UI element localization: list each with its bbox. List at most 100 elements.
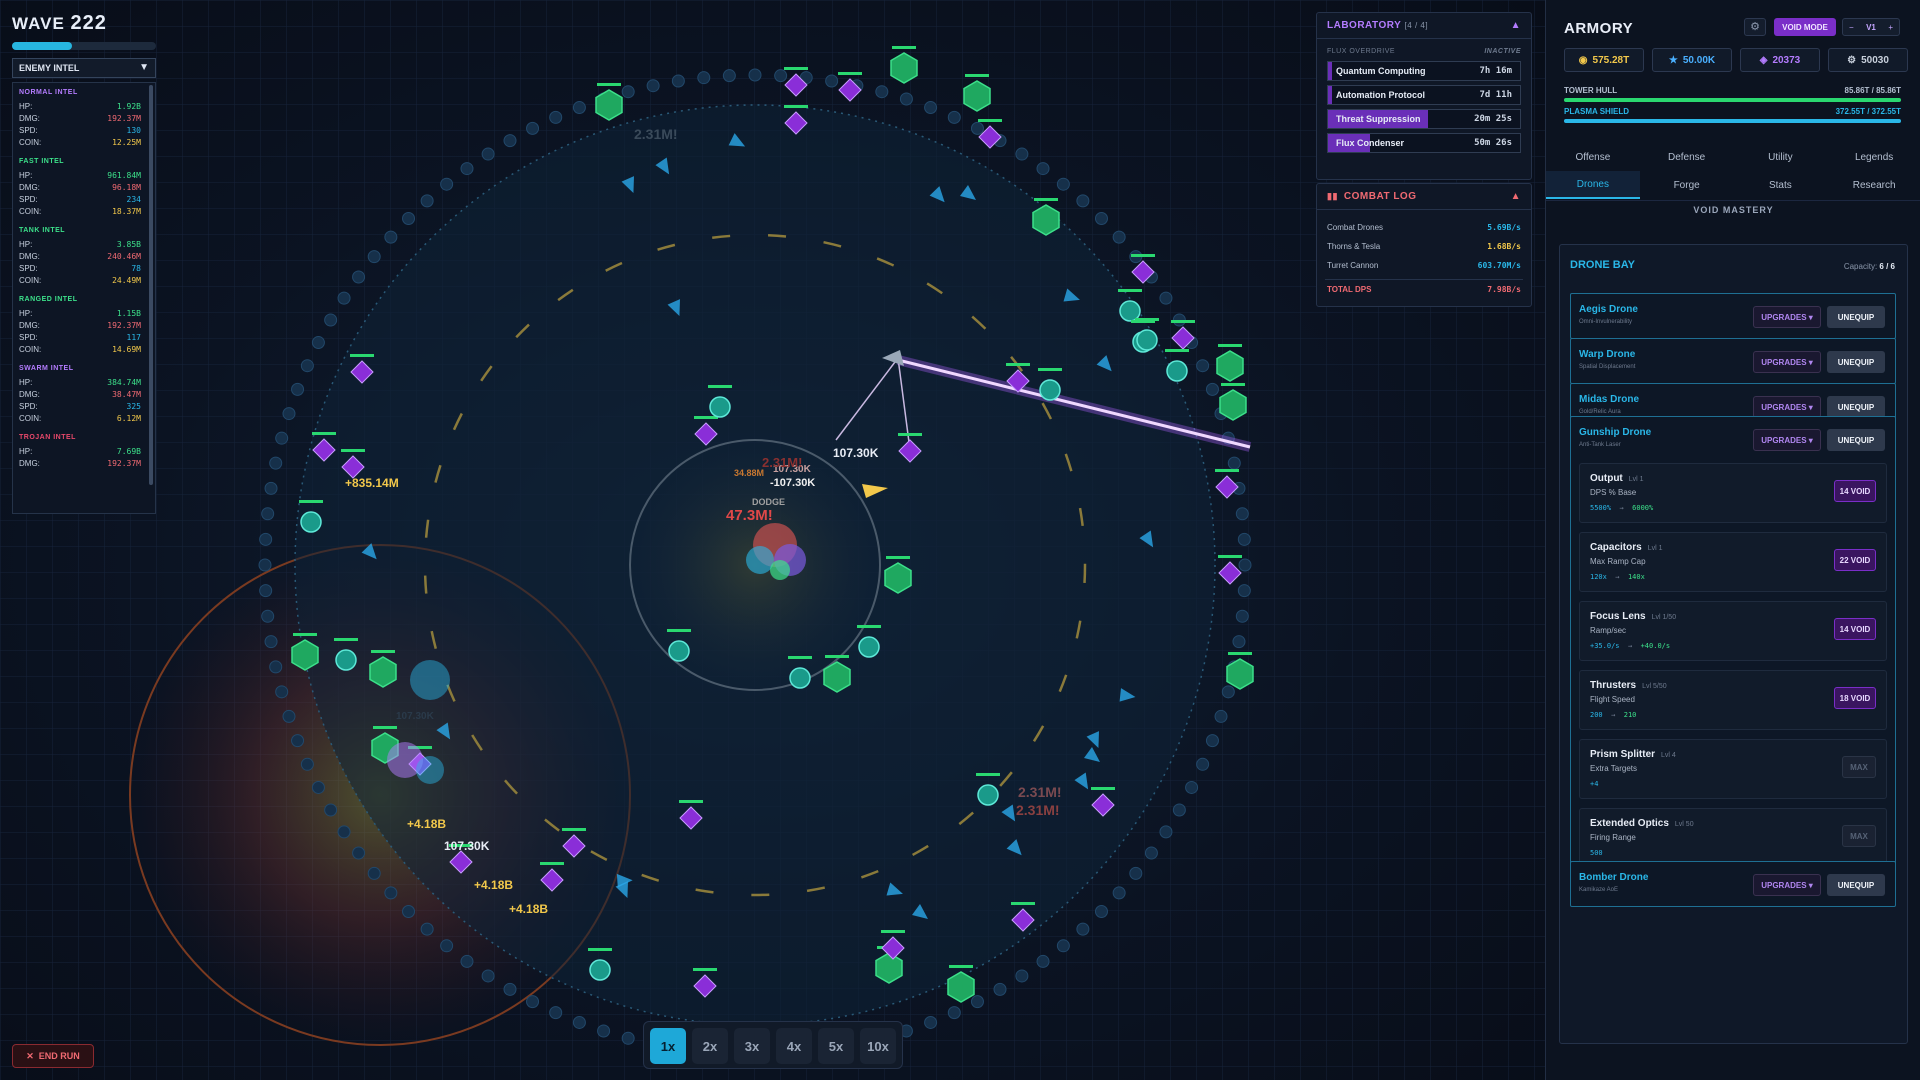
stat-value: 3.85B [116,240,141,249]
speed-3x-button[interactable]: 3x [734,1028,770,1064]
settings-gear-icon[interactable]: ⚙ [1744,18,1766,36]
perimeter-dot [1214,709,1228,723]
skill-upgrade-button[interactable]: 14 VOID [1834,480,1876,502]
enemy-health-bar [312,432,336,435]
enemy-health-bar [588,948,612,951]
upgrades-button[interactable]: UPGRADES ▾ [1753,874,1821,896]
skill-desc: Firing Range [1590,833,1636,842]
enemy-health-bar [562,828,586,831]
stat-value: 24.49M [112,276,141,285]
upgrades-button[interactable]: UPGRADES ▾ [1753,351,1821,373]
stat-value: 96.18M [112,183,141,192]
intel-stat-hp: HP: 3.85B [19,240,149,252]
enemy-intel-toggle[interactable]: ENEMY INTEL ▼ [12,58,156,78]
enemy-health-bar [693,968,717,971]
tank-enemy [823,661,851,693]
float-text: +4.18B [474,878,514,892]
skill-upgrade-button[interactable]: 18 VOID [1834,687,1876,709]
collapse-arrow-icon[interactable]: ▲ [1511,191,1521,202]
unequip-button[interactable]: UNEQUIP [1827,306,1885,328]
enemy-health-bar [1091,787,1115,790]
intel-stat-dmg: DMG: 192.37M [19,114,149,126]
gunship-skill: Focus Lens Lvl 1/50 Ramp/sec +35.0/s → +40.… [1579,601,1887,661]
enemy-health-bar [708,385,732,388]
skill-upgrade-button[interactable]: 22 VOID [1834,549,1876,571]
skill-name: Prism Splitter Lvl 4 [1590,749,1676,760]
stat-value: 192.37M [107,321,141,330]
intel-stat-spd: SPD: 130 [19,126,149,138]
enemy-health-bar [788,656,812,659]
plus-icon[interactable]: + [1888,23,1893,32]
skill-max-badge: MAX [1842,825,1876,847]
speed-2x-button[interactable]: 2x [692,1028,728,1064]
speed-1x-button[interactable]: 1x [650,1028,686,1064]
unequip-button[interactable]: UNEQUIP [1827,429,1885,451]
perimeter-dot [261,609,275,623]
unequip-button[interactable]: UNEQUIP [1827,351,1885,373]
perimeter-dot [282,407,296,421]
perimeter-dot [1094,904,1108,918]
tab-defense[interactable]: Defense [1640,143,1734,171]
unequip-button[interactable]: UNEQUIP [1827,396,1885,418]
currency-chip: ◈ 20373 [1740,48,1820,72]
skill-name: Thrusters Lvl 5/50 [1590,680,1667,691]
research-item[interactable]: Quantum Computing 7h 16m [1327,61,1521,81]
tab-forge[interactable]: Forge [1640,171,1734,199]
gunship-skill: Prism Splitter Lvl 4 Extra Targets +4 MAX [1579,739,1887,799]
upgrades-button[interactable]: UPGRADES ▾ [1753,396,1821,418]
perimeter-dot [621,85,635,99]
speed-4x-button[interactable]: 4x [776,1028,812,1064]
intel-scrollbar[interactable] [149,85,153,485]
currency-value: 50030 [1861,54,1889,66]
end-run-button[interactable]: ✕ END RUN [12,1044,94,1068]
tab-research[interactable]: Research [1827,171,1920,199]
skill-upgrade-button[interactable]: 14 VOID [1834,618,1876,640]
speed-10x-button[interactable]: 10x [860,1028,896,1064]
skill-name: Capacitors Lvl 1 [1590,542,1663,553]
skill-level: Lvl 1/50 [1651,614,1677,621]
tab-offense[interactable]: Offense [1546,143,1640,171]
tower-hull-fill [1564,98,1901,102]
research-item[interactable]: Automation Protocol 7d 11h [1327,85,1521,105]
tab-legends[interactable]: Legends [1827,143,1920,171]
perimeter-dot [924,101,938,115]
skill-level: Lvl 4 [1661,752,1676,759]
perimeter-dot [572,101,586,115]
upgrades-button[interactable]: UPGRADES ▾ [1753,429,1821,451]
float-text: DODGE [752,497,786,507]
stat-value: 1.15B [116,309,141,318]
minus-icon[interactable]: − [1849,23,1854,32]
laboratory-header[interactable]: LABORATORY [4 / 4] ▲ [1317,13,1531,39]
version-selector[interactable]: − V1 + [1842,18,1900,36]
speed-5x-button[interactable]: 5x [818,1028,854,1064]
drone-bay-title: DRONE BAY [1570,259,1635,271]
stat-value: 1.92B [116,102,141,111]
intel-group: TANK INTEL HP: 3.85B DMG: 240.46M SPD: 78 COIN:… [19,227,149,288]
tank-enemy [947,971,975,1003]
enemy-health-bar [299,500,323,503]
void-mode-button[interactable]: VOID MODE [1774,18,1836,36]
combat-log-header[interactable]: ▮▮ COMBAT LOG ▲ [1317,184,1531,210]
research-item[interactable]: Threat Suppression 20m 25s [1327,109,1521,129]
wave-progress-fill [12,42,73,50]
unequip-button[interactable]: UNEQUIP [1827,874,1885,896]
game-arena[interactable]: WAVE 222 ENEMY INTEL ▼ NORMAL INTEL HP: 1.9… [0,0,1545,1080]
intel-stat-dmg: DMG: 192.37M [19,321,149,333]
research-item[interactable]: Flux Condenser 50m 26s [1327,133,1521,153]
stat-label: HP: [19,102,33,111]
upgrades-button[interactable]: UPGRADES ▾ [1753,306,1821,328]
tab-stats[interactable]: Stats [1734,171,1828,199]
enemy-health-bar [784,105,808,108]
wave-progress-bar [12,42,156,50]
perimeter-dot [460,954,474,968]
void-gem-icon: ◈ [1759,54,1768,66]
tab-drones[interactable]: Drones [1546,171,1640,199]
tab-utility[interactable]: Utility [1734,143,1828,171]
perimeter-dot [1227,456,1241,470]
enemy-intel-panel[interactable]: NORMAL INTEL HP: 1.92B DMG: 192.37M SPD: 130 CO… [12,82,156,514]
enemy-health-bar [1171,320,1195,323]
skill-desc: DPS % Base [1590,488,1637,497]
tank-enemy [1216,350,1244,382]
stat-value: 117 [126,333,141,342]
collapse-arrow-icon[interactable]: ▲ [1511,20,1521,31]
